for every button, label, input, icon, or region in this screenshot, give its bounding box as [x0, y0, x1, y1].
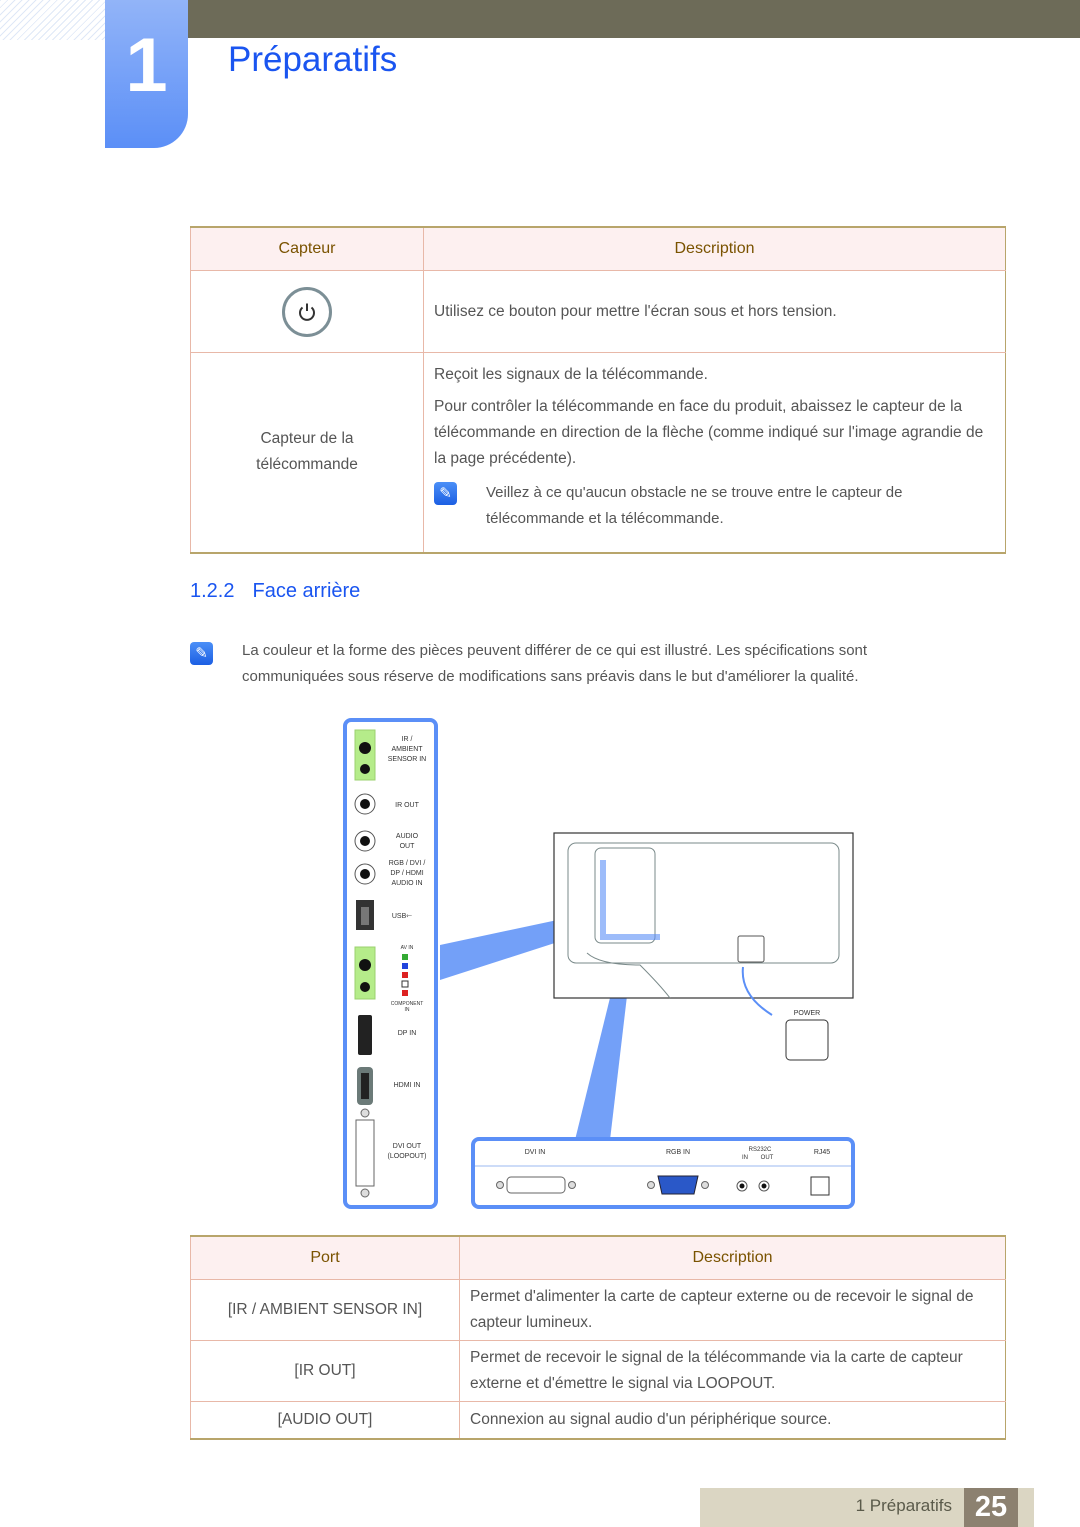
svg-text:IR OUT: IR OUT [395, 802, 419, 809]
sensor-cell: Capteur de la télécommande [190, 352, 424, 554]
svg-text:OUT: OUT [761, 1155, 774, 1161]
table-row: [IR / AMBIENT SENSOR IN] Permet d'alimen… [190, 1279, 1006, 1341]
section-number: 1.2.2 [190, 580, 235, 602]
ir-out-port [360, 799, 370, 809]
svg-text:DVI IN: DVI IN [525, 1149, 546, 1156]
rs232c-out-port [761, 1183, 767, 1189]
chapter-title: Préparatifs [228, 40, 398, 79]
header-bar [185, 0, 1080, 38]
svg-text:USB⇽: USB⇽ [392, 913, 412, 920]
svg-text:AV IN: AV IN [401, 945, 414, 951]
col-header-sensor: Capteur [190, 226, 424, 271]
port-cell: [IR / AMBIENT SENSOR IN] [190, 1279, 460, 1341]
svg-text:RJ45: RJ45 [814, 1149, 830, 1156]
description-paragraph: Pour contrôler la télécommande en face d… [434, 398, 984, 468]
svg-text:IN: IN [405, 1007, 410, 1013]
description-cell: Permet de recevoir le signal de la téléc… [459, 1340, 1006, 1402]
dp-in-port [358, 1015, 372, 1055]
sensor-cell [190, 270, 424, 353]
note: ✎ Veillez à ce qu'aucun obstacle ne se t… [434, 480, 995, 532]
svg-text:DP / HDMI: DP / HDMI [390, 870, 423, 877]
svg-text:POWER: POWER [794, 1010, 820, 1017]
sensor-table: Capteur Description Utilisez ce bouton p… [190, 226, 1006, 554]
port-cell: [IR OUT] [190, 1340, 460, 1402]
chapter-tab: 1 [105, 0, 188, 148]
svg-text:RGB / DVI /: RGB / DVI / [389, 860, 426, 867]
footer-chapter-label: 1 Préparatifs [855, 1496, 952, 1515]
svg-text:HDMI IN: HDMI IN [394, 1082, 421, 1089]
note-icon: ✎ [190, 642, 213, 665]
svg-text:RS232C: RS232C [749, 1147, 772, 1153]
table-row: Utilisez ce bouton pour mettre l'écran s… [190, 270, 1006, 353]
section-note-text: La couleur et la forme des pièces peuven… [242, 642, 868, 685]
description-paragraph: Reçoit les signaux de la télécommande. [434, 366, 708, 384]
dvi-out-port [355, 1119, 375, 1187]
table-row: [IR OUT] Permet de recevoir le signal de… [190, 1340, 1006, 1402]
dvi-in-port [506, 1176, 566, 1194]
rs232c-in-port [739, 1183, 745, 1189]
table-row: [AUDIO OUT] Connexion au signal audio d'… [190, 1401, 1006, 1440]
col-header-description: Description [459, 1235, 1006, 1280]
power-port [785, 1019, 829, 1061]
chapter-number: 1 [125, 23, 168, 108]
col-header-description: Description [423, 226, 1006, 271]
port-cell: [AUDIO OUT] [190, 1401, 460, 1440]
header-hatch-decoration [0, 0, 105, 40]
port-table: Port Description [IR / AMBIENT SENSOR IN… [190, 1235, 1006, 1440]
description-cell: Connexion au signal audio d'un périphéri… [459, 1401, 1006, 1440]
svg-text:IN: IN [742, 1155, 748, 1161]
svg-text:DVI OUT: DVI OUT [393, 1143, 422, 1150]
rj45-port [810, 1176, 830, 1196]
svg-text:SENSOR IN: SENSOR IN [388, 756, 427, 763]
audio-out-port [360, 836, 370, 846]
section-heading: 1.2.2 Face arrière [190, 580, 360, 603]
section-title: Face arrière [252, 580, 361, 602]
table-row: Capteur de la télécommande Reçoit les si… [190, 352, 1006, 554]
note-text: Veillez à ce qu'aucun obstacle ne se tro… [486, 484, 903, 528]
audio-in-port [360, 869, 370, 879]
power-icon [282, 286, 332, 337]
description-cell: Reçoit les signaux de la télécommande. P… [423, 352, 1006, 554]
rear-panel-diagram: IR / AMBIENT SENSOR IN IR OUT AUDIO OUT … [340, 715, 860, 1215]
description-cell: Utilisez ce bouton pour mettre l'écran s… [423, 270, 1006, 353]
rgb-in-port [657, 1175, 699, 1195]
svg-text:AUDIO: AUDIO [396, 833, 419, 840]
page-footer: 1 Préparatifs 25 [700, 1488, 1034, 1527]
note-icon: ✎ [434, 482, 457, 506]
description-cell: Permet d'alimenter la carte de capteur e… [459, 1279, 1006, 1341]
svg-text:IR /: IR / [402, 736, 413, 743]
page-number: 25 [964, 1488, 1018, 1527]
svg-text:AMBIENT: AMBIENT [391, 746, 423, 753]
svg-text:(LOOPOUT): (LOOPOUT) [388, 1153, 427, 1160]
svg-text:RGB IN: RGB IN [666, 1149, 690, 1156]
svg-text:AUDIO IN: AUDIO IN [391, 880, 422, 887]
svg-text:OUT: OUT [400, 843, 416, 850]
col-header-port: Port [190, 1235, 460, 1280]
monitor-rear [553, 832, 854, 999]
svg-text:DP IN: DP IN [398, 1030, 417, 1037]
